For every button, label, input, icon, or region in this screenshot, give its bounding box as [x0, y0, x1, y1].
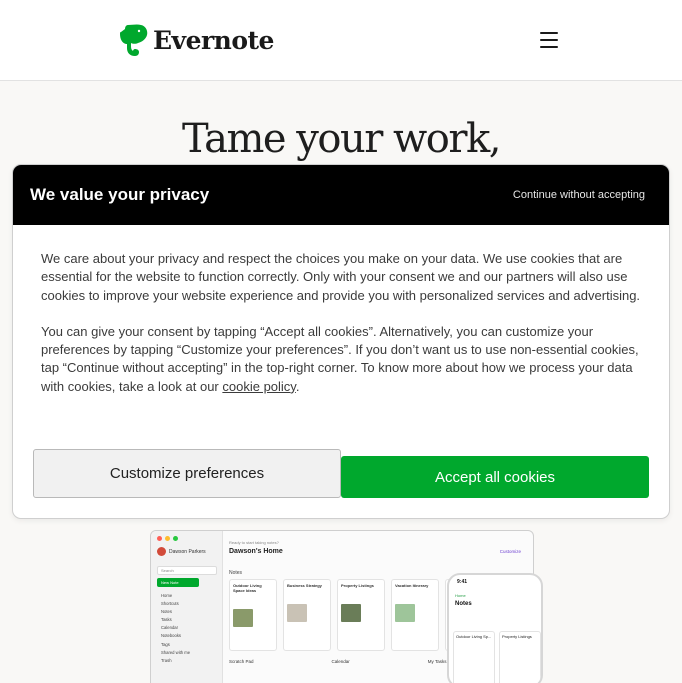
- phone-card: Outdoor Living Sp...: [453, 631, 495, 683]
- continue-without-accepting-link[interactable]: Continue without accepting: [513, 189, 645, 201]
- avatar: [157, 547, 166, 556]
- preview-user-name: Dawson Parkers: [169, 548, 206, 555]
- preview-sidebar: Dawson Parkers Search New Note Home Shor…: [151, 531, 223, 683]
- preview-nav-item: Calendar: [161, 625, 178, 631]
- cookie-dialog-header: We value your privacy Continue without a…: [13, 165, 669, 225]
- preview-section-label: Calendar: [331, 659, 350, 664]
- app-preview-phone: 9:41 Home Notes Outdoor Living Sp... Pro…: [447, 573, 543, 683]
- preview-customize: Customize: [499, 549, 521, 554]
- preview-bottom-sections: Scratch Pad Calendar My Tasks: [229, 659, 446, 664]
- cookie-text-span: You can give your consent by tapping “Ac…: [41, 323, 639, 394]
- cookie-consent-dialog: We value your privacy Continue without a…: [12, 164, 670, 519]
- preview-new-note: New Note: [157, 578, 199, 587]
- preview-nav-item: Trash: [161, 657, 172, 663]
- hamburger-menu-icon[interactable]: [538, 31, 560, 49]
- preview-search: Search: [157, 566, 217, 575]
- preview-nav-item: Shortcuts: [161, 601, 179, 607]
- logo-text: Evernote: [153, 25, 274, 55]
- preview-nav-item: Home: [161, 593, 173, 598]
- evernote-logo[interactable]: Evernote: [120, 23, 274, 57]
- site-header: Evernote: [0, 0, 682, 81]
- cookie-text-paragraph: We care about your privacy and respect t…: [41, 251, 641, 303]
- preview-note-card: Outdoor Living Space Ideas: [229, 579, 277, 651]
- accept-all-cookies-button[interactable]: Accept all cookies: [341, 456, 649, 498]
- preview-nav-item: Notes: [161, 609, 172, 615]
- preview-note-card: Vacation Itinerary: [391, 579, 439, 651]
- phone-back-label: Home: [455, 593, 466, 598]
- cookie-text-span: .: [295, 378, 300, 394]
- preview-note-card: Business Strategy: [283, 579, 331, 651]
- phone-cards: Outdoor Living Sp... Property Listings: [453, 631, 541, 683]
- cookie-dialog-title: We value your privacy: [30, 185, 210, 204]
- preview-nav-item: Notebooks: [161, 633, 182, 639]
- preview-home-title: Dawson's Home: [229, 548, 283, 555]
- cookie-policy-link[interactable]: cookie policy: [222, 379, 295, 394]
- preview-notes-label: Notes: [229, 570, 243, 576]
- phone-time: 9:41: [457, 579, 468, 585]
- hero-title: Tame your work,: [182, 116, 501, 162]
- preview-section-label: My Tasks: [427, 659, 447, 664]
- preview-nav: Home Shortcuts Notes Tasks Calendar Note…: [161, 592, 190, 665]
- window-controls: [157, 536, 178, 541]
- preview-nav-item: Tasks: [161, 617, 172, 623]
- preview-caption: Ready to start taking notes?: [229, 540, 279, 545]
- preview-note-card: Property Listings: [337, 579, 385, 651]
- preview-nav-item: Tags: [161, 641, 170, 647]
- preview-section-label: Scratch Pad: [229, 659, 254, 664]
- preview-nav-item: Shared with me: [161, 649, 191, 655]
- phone-title: Notes: [455, 601, 472, 607]
- preview-user: Dawson Parkers: [157, 547, 206, 556]
- customize-preferences-button[interactable]: Customize preferences: [33, 449, 341, 498]
- elephant-logo-icon: [120, 24, 148, 56]
- cookie-dialog-body: We care about your privacy and respect t…: [13, 225, 669, 396]
- cookie-text-paragraph: You can give your consent by tapping “Ac…: [41, 323, 641, 396]
- phone-card: Property Listings: [499, 631, 541, 683]
